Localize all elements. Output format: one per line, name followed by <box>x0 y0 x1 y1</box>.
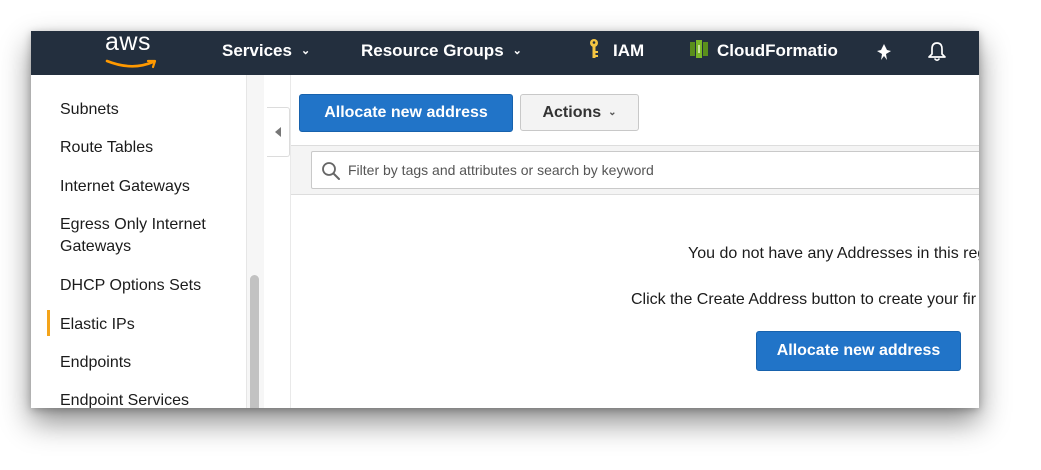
actions-dropdown-button[interactable]: Actions ⌄ <box>520 94 639 131</box>
empty-state-hint: Click the Create Address button to creat… <box>631 291 977 308</box>
active-item-marker <box>47 310 50 336</box>
caret-down-icon: ⌄ <box>512 45 522 57</box>
sidebar-item-dhcp-options-sets[interactable]: DHCP Options Sets <box>60 275 201 297</box>
search-icon <box>322 162 340 180</box>
iam-shortcut[interactable]: IAM <box>587 31 644 75</box>
sidebar-item-endpoint-services[interactable]: Endpoint Services <box>60 390 189 408</box>
cloudformation-shortcut[interactable]: CloudFormatio <box>689 31 855 75</box>
allocate-new-address-button[interactable]: Allocate new address <box>299 94 513 132</box>
chevron-down-icon: ⌄ <box>608 106 617 118</box>
caret-down-icon: ⌄ <box>300 45 311 57</box>
search-input[interactable] <box>348 152 968 188</box>
app-window: aws Services ⌄ Resource Groups ⌄ IAM Clo… <box>31 31 979 408</box>
empty-state-message: You do not have any Addresses in this re… <box>688 245 979 262</box>
chevron-left-icon <box>275 127 281 137</box>
resource-groups-label: Resource Groups <box>361 41 504 60</box>
empty-state-allocate-button[interactable]: Allocate new address <box>756 331 961 371</box>
top-navigation-bar: aws Services ⌄ Resource Groups ⌄ IAM Clo… <box>31 31 979 75</box>
aws-smile-icon <box>105 59 157 69</box>
pin-icon[interactable] <box>875 43 893 61</box>
sidebar-item-internet-gateways[interactable]: Internet Gateways <box>60 176 190 198</box>
collapse-sidebar-button[interactable] <box>267 107 290 157</box>
main-content: Allocate new address Actions ⌄ You do not… <box>291 75 979 408</box>
sidebar-item-route-tables[interactable]: Route Tables <box>60 137 153 159</box>
aws-logo[interactable]: aws <box>103 31 161 72</box>
services-label: Services <box>222 41 292 60</box>
bell-icon[interactable] <box>927 41 947 63</box>
key-icon <box>590 39 598 58</box>
sidebar-item-subnets[interactable]: Subnets <box>60 99 119 121</box>
cloudformation-icon <box>690 40 708 58</box>
services-menu[interactable]: Services ⌄ <box>222 31 310 75</box>
aws-logo-text: aws <box>105 31 151 56</box>
sidebar-item-elastic-ips[interactable]: Elastic IPs <box>60 314 135 336</box>
sidebar: Subnets Route Tables Internet Gateways E… <box>31 75 246 408</box>
resource-groups-menu[interactable]: Resource Groups ⌄ <box>361 31 522 75</box>
sidebar-item-endpoints[interactable]: Endpoints <box>60 352 131 374</box>
actions-label: Actions <box>542 103 602 121</box>
sidebar-item-egress-only-internet-gateways[interactable]: Egress Only Internet Gateways <box>60 214 230 258</box>
iam-label: IAM <box>613 41 645 60</box>
filter-search-box[interactable] <box>311 151 979 189</box>
cloudformation-label: CloudFormatio <box>717 41 838 60</box>
sidebar-scrollbar-thumb[interactable] <box>250 275 259 408</box>
filter-bar <box>291 145 979 195</box>
